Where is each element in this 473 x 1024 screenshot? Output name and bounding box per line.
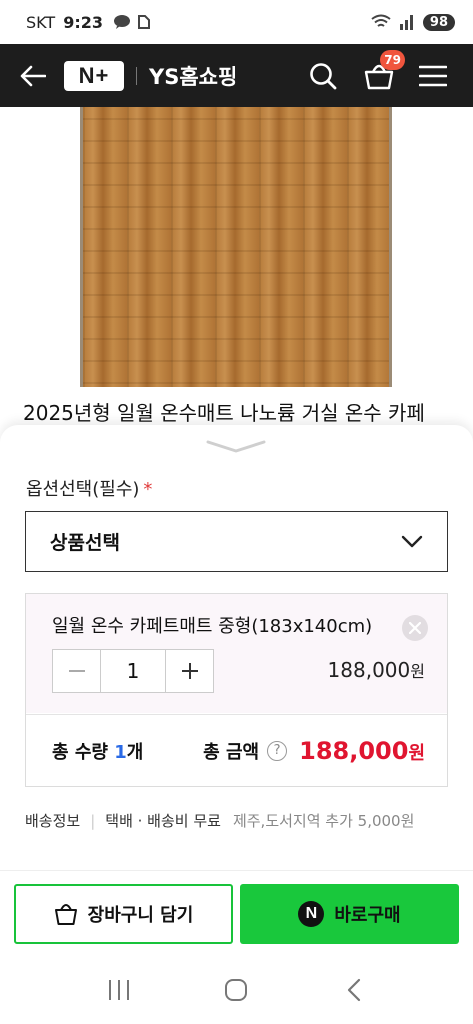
option-select-value: 상품선택 bbox=[50, 532, 120, 554]
total-quantity-value: 1 bbox=[114, 741, 127, 763]
status-bar: SKT 9:23 98 bbox=[0, 0, 473, 44]
cart-button[interactable]: 79 bbox=[359, 49, 405, 96]
plus-icon bbox=[181, 663, 198, 679]
app-header: N+ YS홈쇼핑 79 bbox=[0, 44, 473, 107]
wifi-icon bbox=[371, 14, 391, 27]
product-photo-mat bbox=[80, 107, 392, 387]
order-summary: 총 수량 1개 총 금액 ? 188,000원 bbox=[26, 714, 447, 786]
buy-now-label: 바로구매 bbox=[334, 905, 401, 926]
back-button[interactable] bbox=[18, 61, 48, 91]
product-title: 2025년형 일월 온수매트 나노륨 거실 온수 카페 bbox=[23, 401, 425, 425]
shipping-label: 배송정보 bbox=[25, 812, 81, 830]
shop-name[interactable]: YS홈쇼핑 bbox=[149, 61, 237, 91]
sheet-collapse-handle[interactable] bbox=[206, 439, 266, 453]
chevron-down-icon bbox=[401, 535, 423, 547]
notification-icon bbox=[137, 15, 150, 29]
minus-icon bbox=[68, 670, 85, 672]
help-icon[interactable]: ? bbox=[267, 740, 288, 761]
shipping-separator: | bbox=[90, 811, 96, 830]
chevron-left-icon bbox=[348, 978, 361, 1002]
talk-notification-icon bbox=[113, 15, 130, 29]
buy-now-button[interactable]: N 바로구매 bbox=[240, 884, 459, 944]
total-amount: 188,000원 bbox=[299, 737, 425, 765]
option-select[interactable]: 상품선택 bbox=[25, 511, 448, 572]
shipping-method: 택배 · 배송비 무료 bbox=[105, 812, 221, 830]
close-icon bbox=[409, 622, 421, 634]
add-to-cart-button[interactable]: 장바구니 담기 bbox=[14, 884, 233, 944]
hamburger-menu-icon bbox=[419, 65, 447, 86]
quantity-value[interactable]: 1 bbox=[100, 650, 166, 692]
selected-item-name: 일월 온수 카페트매트 중형(183x140cm) bbox=[52, 616, 373, 637]
purchase-actions: 장바구니 담기 N 바로구매 bbox=[0, 870, 473, 956]
total-quantity-label: 총 수량 bbox=[52, 741, 108, 763]
carrier-label: SKT bbox=[26, 12, 56, 32]
item-price: 188,000원 bbox=[328, 658, 425, 682]
total-amount-label: 총 금액 bbox=[203, 741, 260, 763]
add-to-cart-label: 장바구니 담기 bbox=[87, 905, 194, 926]
option-label-text: 옵션선택(필수) bbox=[26, 479, 140, 500]
search-button[interactable] bbox=[305, 58, 341, 94]
home-button[interactable] bbox=[216, 970, 256, 1010]
total-amount-unit: 원 bbox=[408, 742, 425, 764]
menu-button[interactable] bbox=[415, 58, 451, 94]
system-back-button[interactable] bbox=[334, 970, 374, 1010]
selected-option-card: 일월 온수 카페트매트 중형(183x140cm) 1 188,000원 총 수… bbox=[25, 593, 448, 787]
cart-count-badge: 79 bbox=[380, 49, 405, 70]
arrow-left-icon bbox=[20, 65, 46, 86]
chevron-down-icon bbox=[206, 440, 266, 453]
increase-quantity-button[interactable] bbox=[166, 650, 213, 692]
total-quantity: 총 수량 1개 bbox=[52, 738, 143, 764]
shopping-bag-icon bbox=[54, 904, 77, 925]
shipping-extra-fee: 제주,도서지역 추가 5,000원 bbox=[232, 812, 415, 830]
option-section-label: 옵션선택(필수) * bbox=[26, 475, 152, 501]
item-price-value: 188,000 bbox=[327, 658, 411, 682]
search-icon bbox=[310, 62, 337, 89]
shipping-info: 배송정보 | 택배 · 배송비 무료 제주,도서지역 추가 5,000원 bbox=[25, 810, 414, 831]
signal-icon bbox=[399, 15, 413, 30]
decrease-quantity-button[interactable] bbox=[53, 650, 100, 692]
recent-apps-button[interactable] bbox=[99, 970, 139, 1010]
home-icon bbox=[225, 979, 248, 1001]
quantity-stepper: 1 bbox=[52, 649, 214, 693]
recent-apps-icon bbox=[108, 980, 129, 1000]
product-image-carousel[interactable]: 1 / 4 bbox=[0, 107, 473, 387]
battery-indicator: 98 bbox=[422, 13, 455, 31]
clock: 9:23 bbox=[63, 12, 103, 32]
required-mark: * bbox=[143, 479, 153, 500]
logo-divider bbox=[136, 66, 137, 85]
total-quantity-unit: 개 bbox=[126, 741, 144, 763]
remove-item-button[interactable] bbox=[402, 615, 428, 641]
system-navigation-bar bbox=[0, 956, 473, 1024]
naver-pay-icon: N bbox=[298, 901, 325, 927]
item-price-unit: 원 bbox=[410, 662, 425, 681]
total-amount-value: 188,000 bbox=[299, 736, 409, 765]
naver-plus-logo[interactable]: N+ bbox=[64, 60, 124, 91]
